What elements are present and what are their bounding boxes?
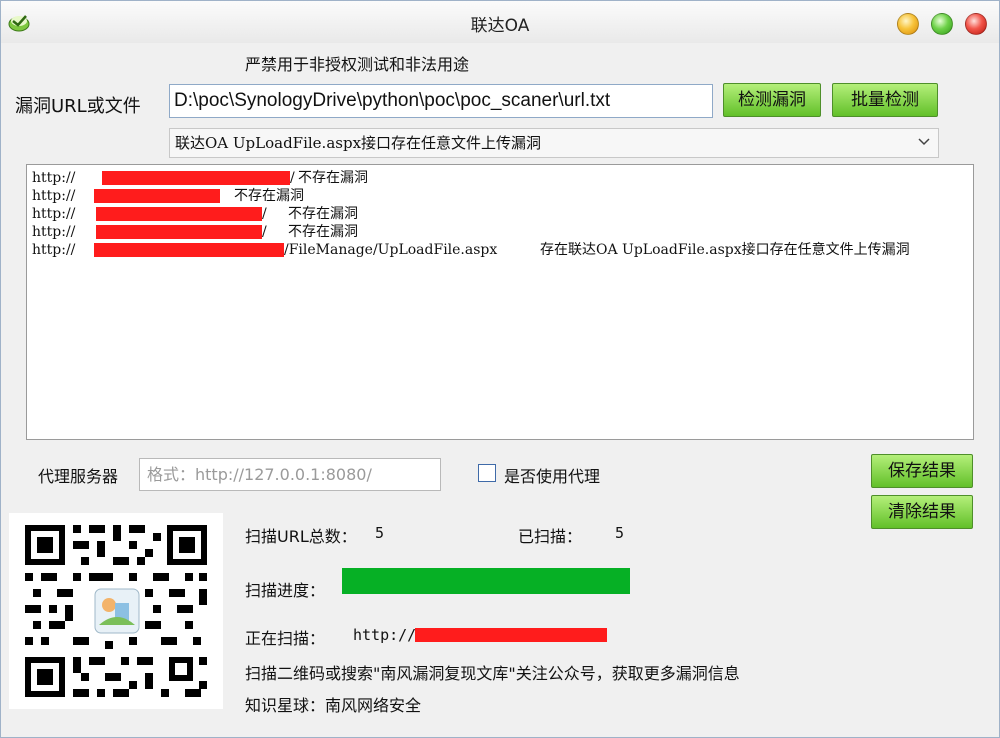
current-label: 正在扫描： — [245, 629, 326, 648]
progress-label: 扫描进度： — [245, 581, 326, 600]
log-url-prefix: http:// — [32, 206, 76, 222]
batch-detect-button[interactable]: 批量检测 — [832, 83, 938, 117]
use-proxy-label[interactable]: 是否使用代理 — [504, 463, 600, 487]
proxy-label: 代理服务器 — [38, 467, 119, 486]
save-results-button[interactable]: 保存结果 — [871, 454, 973, 488]
use-proxy-checkbox[interactable] — [478, 464, 496, 482]
log-url-prefix: http:// — [32, 170, 76, 186]
log-line: http:// / 不存在漏洞 — [32, 169, 973, 187]
redacted-host — [94, 189, 220, 203]
qr-code-graphic — [23, 523, 211, 701]
vuln-select-value: 联达OA UpLoadFile.aspx接口存在任意文件上传漏洞 — [175, 134, 542, 152]
warning-text: 严禁用于非授权测试和非法用途 — [245, 55, 470, 74]
scan-progress-bar — [342, 568, 630, 594]
log-result: 存在联达OA UpLoadFile.aspx接口存在任意文件上传漏洞 — [540, 242, 910, 258]
scanned-label: 已扫描： — [518, 527, 583, 546]
log-url-suffix: / — [262, 206, 267, 222]
log-line: http:// /FileManage/UpLoadFile.aspx 存在联达… — [32, 241, 973, 259]
planet-text: 知识星球：南风网络安全 — [245, 696, 422, 715]
log-result: 不存在漏洞 — [288, 206, 358, 222]
minimize-icon[interactable] — [897, 13, 919, 35]
redacted-host — [96, 225, 262, 239]
redacted-host — [96, 207, 262, 221]
chevron-down-icon — [918, 138, 930, 146]
vuln-select[interactable]: 联达OA UpLoadFile.aspx接口存在任意文件上传漏洞 — [169, 128, 939, 158]
current-url: http:// — [353, 626, 417, 644]
total-label: 扫描URL总数： — [245, 527, 357, 546]
redacted-host — [94, 243, 284, 257]
close-icon[interactable] — [965, 13, 987, 35]
log-line: http:// / 不存在漏洞 — [32, 223, 973, 241]
log-result: 不存在漏洞 — [288, 224, 358, 240]
proxy-input[interactable]: 格式：http://127.0.0.1:8080/ — [139, 458, 441, 491]
total-value: 5 — [375, 524, 385, 542]
log-url-suffix: / — [290, 170, 295, 186]
maximize-icon[interactable] — [931, 13, 953, 35]
scanned-value: 5 — [615, 524, 625, 542]
detect-button[interactable]: 检测漏洞 — [723, 83, 821, 117]
redacted-host — [102, 171, 290, 185]
log-url-prefix: http:// — [32, 242, 76, 258]
redacted-host — [415, 628, 607, 642]
url-input[interactable]: D:\poc\SynologyDrive\python\poc\poc_scan… — [169, 84, 713, 118]
url-label: 漏洞URL或文件 — [15, 96, 141, 117]
log-url-prefix: http:// — [32, 188, 76, 204]
log-line: http:// / 不存在漏洞 — [32, 205, 973, 223]
main-window: 联达OA 严禁用于非授权测试和非法用途 漏洞URL或文件 D:\poc\Syno… — [0, 0, 1000, 738]
log-result: 不存在漏洞 — [234, 188, 304, 204]
clear-results-button[interactable]: 清除结果 — [871, 495, 973, 529]
title-bar[interactable]: 联达OA — [1, 1, 999, 43]
window-title: 联达OA — [470, 16, 530, 36]
log-url-prefix: http:// — [32, 224, 76, 240]
log-url-suffix: / — [262, 224, 267, 240]
log-result: 不存在漏洞 — [298, 170, 368, 186]
qr-code-icon — [9, 513, 223, 709]
log-line: http:// 不存在漏洞 — [32, 187, 973, 205]
result-log[interactable]: http:// / 不存在漏洞 http:// 不存在漏洞 http:// / … — [26, 164, 974, 440]
promo-text: 扫描二维码或搜索"南风漏洞复现文库"关注公众号，获取更多漏洞信息 — [245, 664, 740, 683]
log-url-suffix: /FileManage/UpLoadFile.aspx — [284, 242, 498, 258]
